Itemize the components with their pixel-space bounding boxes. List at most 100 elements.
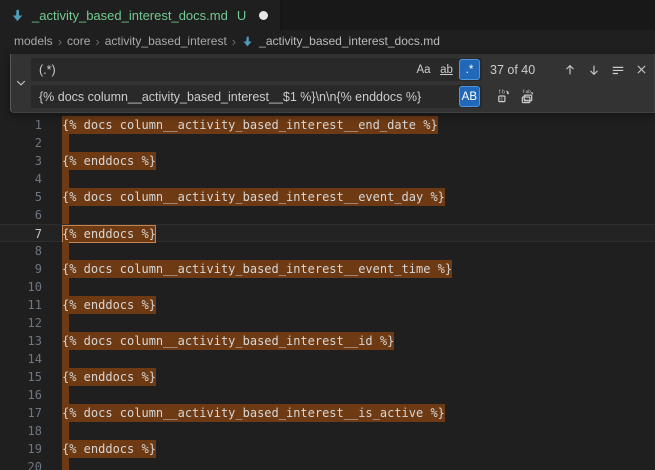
line-number: 2 <box>0 134 46 152</box>
editor-line[interactable]: 1{% docs column__activity_based_interest… <box>0 116 655 134</box>
code-text[interactable] <box>46 458 655 470</box>
match-highlight: {% enddocs %} <box>62 152 156 170</box>
breadcrumb-item-activity-based-interest[interactable]: activity_based_interest <box>105 34 227 48</box>
code-text[interactable]: {% docs column__activity_based_interest_… <box>46 188 655 206</box>
replace-all-icon: f·ab ac <box>520 89 535 104</box>
preserve-case-toggle[interactable]: AB <box>459 86 480 107</box>
line-number: 18 <box>0 422 46 440</box>
editor-line[interactable]: 2 <box>0 134 655 152</box>
code-text[interactable]: {% docs column__activity_based_interest_… <box>46 404 655 422</box>
code-text[interactable] <box>46 350 655 368</box>
editor-line[interactable]: 5{% docs column__activity_based_interest… <box>0 188 655 206</box>
editor-line[interactable]: 3 {% enddocs %} <box>0 152 655 170</box>
code-text[interactable]: {% docs column__activity_based_interest_… <box>46 116 655 134</box>
editor-line[interactable]: 19{% enddocs %} <box>0 440 655 458</box>
code-text[interactable] <box>46 386 655 404</box>
code-text[interactable] <box>46 242 655 260</box>
code-text[interactable] <box>46 170 655 188</box>
line-number: 17 <box>0 404 46 422</box>
editor-line[interactable]: 8 <box>0 242 655 260</box>
code-text[interactable]: {% docs column__activity_based_interest_… <box>46 332 655 350</box>
replace-all-button[interactable]: f·ab ac <box>517 86 538 107</box>
whole-word-toggle[interactable]: ab <box>436 59 457 80</box>
svg-text:ac: ac <box>524 97 530 102</box>
editor-line[interactable]: 11{% enddocs %} <box>0 296 655 314</box>
find-row: Aa ab .* 37 of 40 <box>31 58 652 81</box>
code-text[interactable]: {% enddocs %} <box>46 152 655 170</box>
find-widget: Aa ab .* 37 of 40 <box>10 54 655 113</box>
breadcrumb: models › core › activity_based_interest … <box>0 30 655 52</box>
editor-line[interactable]: 10 <box>0 278 655 296</box>
editor-line[interactable]: 18 <box>0 422 655 440</box>
close-find-button[interactable] <box>631 59 652 80</box>
line-number: 14 <box>0 350 46 368</box>
line-number: 4 <box>0 170 46 188</box>
line-number: 19 <box>0 440 46 458</box>
find-previous-button[interactable] <box>559 59 580 80</box>
line-number: 7 <box>0 225 46 241</box>
line-number: 15 <box>0 368 46 386</box>
code-text[interactable] <box>46 206 655 224</box>
replace-actions: f·b c f·ab ac <box>490 86 538 107</box>
find-next-button[interactable] <box>583 59 604 80</box>
find-input-wrap: Aa ab .* <box>31 58 482 81</box>
match-highlight: {% docs column__activity_based_interest_… <box>62 116 438 134</box>
editor-line[interactable]: 12 <box>0 314 655 332</box>
line-number: 13 <box>0 332 46 350</box>
code-text[interactable]: {% enddocs %} <box>46 296 655 314</box>
code-text[interactable] <box>46 134 655 152</box>
code-text[interactable] <box>46 422 655 440</box>
breadcrumb-file-name: _activity_based_interest_docs.md <box>259 34 440 48</box>
code-text[interactable]: {% enddocs %} <box>46 225 655 241</box>
code-text[interactable] <box>46 278 655 296</box>
replace-row: AB f·b c <box>31 85 652 108</box>
close-icon <box>635 63 648 76</box>
regex-toggle[interactable]: .* <box>459 59 480 80</box>
editor-lines: 1{% docs column__activity_based_interest… <box>0 116 655 470</box>
svg-text:c: c <box>501 97 504 103</box>
code-text[interactable] <box>46 314 655 332</box>
svg-text:f·ab: f·ab <box>523 89 531 94</box>
editor-line[interactable]: 14 <box>0 350 655 368</box>
markdown-icon <box>241 35 254 48</box>
match-highlight: {% docs column__activity_based_interest_… <box>62 188 445 206</box>
editor-line[interactable]: 9{% docs column__activity_based_interest… <box>0 260 655 278</box>
empty-match-highlight <box>62 314 69 332</box>
empty-match-highlight <box>62 242 69 260</box>
editor-line[interactable]: 15 {% enddocs %} <box>0 368 655 386</box>
code-text[interactable]: {% docs column__activity_based_interest_… <box>46 260 655 278</box>
empty-match-highlight <box>62 278 69 296</box>
breadcrumb-item-models[interactable]: models <box>14 34 53 48</box>
code-text[interactable]: {% enddocs %} <box>46 440 655 458</box>
replace-button[interactable]: f·b c <box>493 86 514 107</box>
editor-line[interactable]: 6 <box>0 206 655 224</box>
breadcrumb-separator: › <box>95 34 99 49</box>
match-highlight: {% enddocs %} <box>62 368 156 386</box>
markdown-icon <box>10 8 25 23</box>
match-highlight: {% docs column__activity_based_interest_… <box>62 404 445 422</box>
git-status-badge: U <box>237 8 246 23</box>
editor-line[interactable]: 16 <box>0 386 655 404</box>
editor-line[interactable]: 13{% docs column__activity_based_interes… <box>0 332 655 350</box>
editor-line[interactable]: 20 <box>0 458 655 470</box>
replace-input[interactable] <box>31 85 482 108</box>
tab-bar: _activity_based_interest_docs.md U <box>0 0 655 30</box>
match-case-toggle[interactable]: Aa <box>413 59 434 80</box>
line-number: 20 <box>0 458 46 470</box>
breadcrumb-item-file[interactable]: _activity_based_interest_docs.md <box>241 34 440 48</box>
breadcrumb-item-core[interactable]: core <box>67 34 90 48</box>
tab-active-file[interactable]: _activity_based_interest_docs.md U <box>0 0 281 30</box>
line-number: 3 <box>0 152 46 170</box>
find-in-selection-button[interactable] <box>607 59 628 80</box>
modified-dot-icon[interactable] <box>259 11 268 20</box>
match-highlight: {% docs column__activity_based_interest_… <box>62 260 452 278</box>
empty-match-highlight <box>62 350 69 368</box>
editor-line[interactable]: 17 {% docs column__activity_based_interes… <box>0 404 655 422</box>
find-toggles: Aa ab .* <box>413 59 480 80</box>
empty-match-highlight <box>62 458 69 470</box>
editor-line[interactable]: 4 <box>0 170 655 188</box>
editor-line[interactable]: 7{% enddocs %} <box>0 224 655 242</box>
toggle-replace-button[interactable] <box>11 58 31 108</box>
breadcrumb-separator: › <box>232 34 236 49</box>
code-text[interactable]: {% enddocs %} <box>46 368 655 386</box>
